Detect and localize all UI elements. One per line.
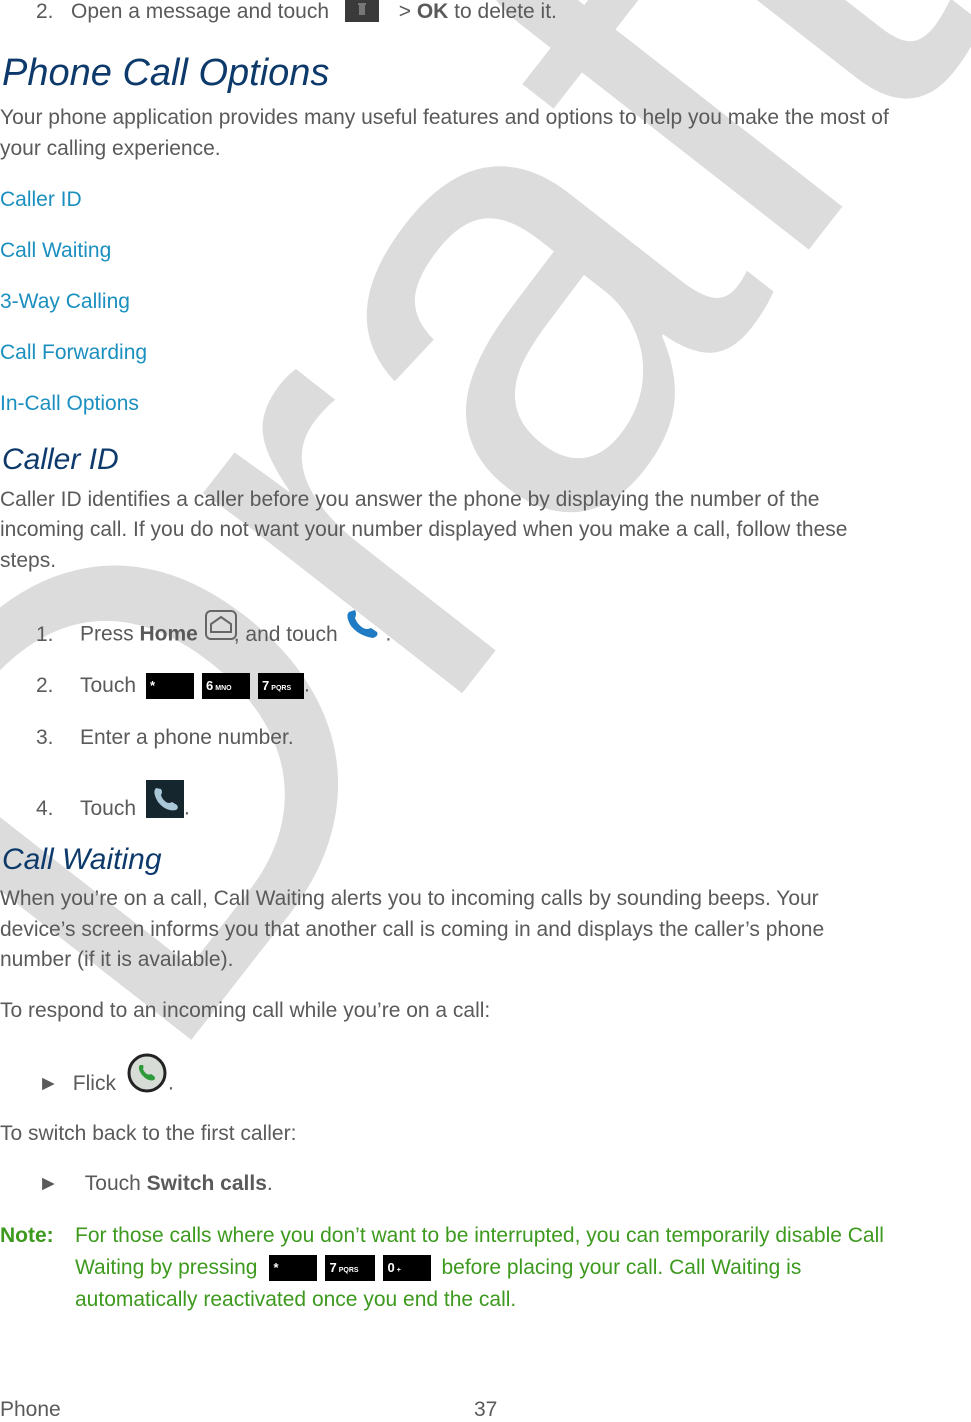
step-text: Open a message and touch bbox=[71, 0, 330, 23]
key-6: 6 MNO bbox=[202, 673, 251, 699]
bullet-arrow-icon: ► bbox=[38, 1172, 59, 1195]
respond-intro: To respond to an incoming call while you… bbox=[0, 999, 491, 1022]
answer-call-icon bbox=[126, 1052, 168, 1100]
call-waiting-body-3: number (if it is available). bbox=[0, 948, 234, 971]
call-waiting-body-1: When you’re on a call, Call Waiting aler… bbox=[0, 887, 819, 910]
switch-intro: To switch back to the first caller: bbox=[0, 1122, 297, 1145]
link-caller-id[interactable]: Caller ID bbox=[0, 188, 82, 212]
note-line-2: Waiting by pressing * 7 PQRS 0 + before placin… bbox=[75, 1255, 801, 1281]
link-3-way-calling[interactable]: 3-Way Calling bbox=[0, 290, 130, 314]
step-1: 1. Press Home , and touch . bbox=[36, 610, 391, 656]
intro-line-1: Your phone application provides many use… bbox=[0, 106, 889, 129]
phone-icon bbox=[343, 606, 385, 648]
caller-id-body-1: Caller ID identifies a caller before you… bbox=[0, 488, 820, 511]
caller-id-body-2: incoming call. If you do not want your n… bbox=[0, 518, 848, 541]
caller-id-heading: Caller ID bbox=[2, 443, 119, 476]
step-number: 2. bbox=[36, 0, 54, 23]
switch-calls-label: Switch calls bbox=[146, 1172, 267, 1195]
footer-section: Phone bbox=[0, 1398, 61, 1421]
top-step: 2. Open a message and touch > OK to dele… bbox=[36, 0, 557, 23]
trash-icon bbox=[344, 0, 379, 23]
key-0: 0 + bbox=[383, 1255, 432, 1281]
bullet-switch-calls: ► Touch Switch calls. bbox=[38, 1172, 273, 1195]
caller-id-body-3: steps. bbox=[0, 549, 57, 572]
link-call-waiting[interactable]: Call Waiting bbox=[0, 239, 111, 263]
call-waiting-heading: Call Waiting bbox=[2, 843, 162, 876]
page-number: 37 bbox=[474, 1398, 498, 1421]
call-button-icon bbox=[146, 780, 185, 818]
note-label: Note: bbox=[0, 1224, 54, 1247]
draft-watermark: Draft bbox=[0, 0, 971, 1161]
link-in-call-options[interactable]: In-Call Options bbox=[0, 392, 139, 416]
key-7: 7 PQRS bbox=[325, 1255, 376, 1281]
home-label: Home bbox=[139, 622, 198, 646]
key-star: * bbox=[146, 673, 195, 699]
intro-line-2: your calling experience. bbox=[0, 137, 221, 160]
step-4: 4. Touch . bbox=[36, 780, 190, 828]
key-star: * bbox=[269, 1255, 318, 1281]
ok-label: OK bbox=[416, 0, 449, 23]
link-call-forwarding[interactable]: Call Forwarding bbox=[0, 341, 147, 365]
step-3: 3. Enter a phone number. bbox=[36, 726, 294, 749]
note-line-3: automatically reactivated once you end t… bbox=[75, 1288, 517, 1311]
step-2: 2. Touch * 6 MNO 7 PQRS. bbox=[36, 673, 310, 699]
note-line-1: For those calls where you don’t want to … bbox=[75, 1224, 884, 1247]
watermark-text: Draft bbox=[0, 0, 971, 1161]
home-icon bbox=[204, 609, 240, 649]
bullet-arrow-icon: ► bbox=[38, 1071, 59, 1095]
bullet-flick: ► Flick . bbox=[38, 1053, 174, 1108]
page-title: Phone Call Options bbox=[2, 52, 330, 94]
key-7: 7 PQRS bbox=[258, 673, 305, 699]
call-waiting-body-2: device’s screen informs you that another… bbox=[0, 918, 825, 941]
